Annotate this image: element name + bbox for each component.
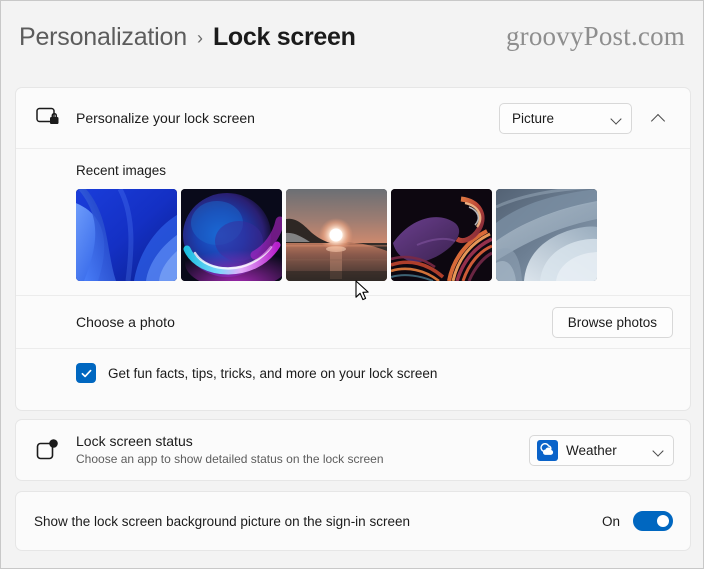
- recent-images-list: [76, 189, 673, 281]
- watermark-groovypost: groovyPost.com: [505, 21, 685, 51]
- chevron-up-icon: [652, 111, 666, 125]
- lock-screen-type-dropdown[interactable]: Picture: [499, 102, 632, 134]
- thumbnail-windows-bloom-blue[interactable]: [76, 189, 177, 281]
- lock-screen-status-text: Lock screen status Choose an app to show…: [76, 433, 529, 467]
- fun-facts-row: Get fun facts, tips, tricks, and more on…: [16, 349, 690, 397]
- thumbnail-blue-gray-fabric[interactable]: [496, 189, 597, 281]
- choose-photo-label: Choose a photo: [76, 313, 175, 330]
- toggle-knob: [657, 515, 669, 527]
- lock-screen-type-value: Picture: [512, 110, 555, 126]
- fun-facts-checkbox[interactable]: [76, 363, 96, 383]
- thumbnail-dark-orb-purple[interactable]: [181, 189, 282, 281]
- personalize-lock-screen-card: Personalize your lock screen Picture Rec…: [15, 87, 691, 411]
- personalize-row-text: Personalize your lock screen: [76, 110, 499, 127]
- lock-screen-status-card: Lock screen status Choose an app to show…: [15, 419, 691, 481]
- lock-screen-status-row: Lock screen status Choose an app to show…: [16, 420, 690, 480]
- lock-screen-status-icon: [33, 435, 63, 465]
- lock-screen-status-title: Lock screen status: [76, 433, 193, 449]
- personalize-row: Personalize your lock screen Picture: [16, 88, 690, 148]
- breadcrumb: Personalization › Lock screen: [19, 23, 356, 52]
- lock-screen-status-app-value: Weather: [566, 442, 617, 458]
- lock-screen-status-app-dropdown[interactable]: Weather: [529, 434, 674, 466]
- thumbnail-purple-orange-ribbons[interactable]: [391, 189, 492, 281]
- recent-images-section: Recent images: [16, 149, 690, 295]
- page-header: Personalization › Lock screen groovyPost…: [1, 1, 704, 86]
- breadcrumb-separator-icon: ›: [196, 28, 203, 48]
- browse-photos-button[interactable]: Browse photos: [551, 306, 673, 338]
- chevron-down-icon: [653, 445, 664, 456]
- signin-background-card: Show the lock screen background picture …: [15, 491, 691, 551]
- weather-icon: [537, 439, 558, 461]
- fun-facts-label: Get fun facts, tips, tricks, and more on…: [108, 365, 438, 381]
- page-title: Lock screen: [212, 23, 356, 51]
- signin-background-label: Show the lock screen background picture …: [34, 513, 410, 529]
- lock-screen-icon: [33, 103, 63, 133]
- lock-screen-status-subtitle: Choose an app to show detailed status on…: [76, 452, 384, 466]
- signin-background-row: Show the lock screen background picture …: [16, 492, 690, 550]
- thumbnail-sunset-lake[interactable]: [286, 189, 387, 281]
- chevron-down-icon: [611, 113, 622, 124]
- collapse-section-button[interactable]: [644, 103, 674, 133]
- breadcrumb-parent-personalization[interactable]: Personalization: [19, 23, 187, 52]
- check-icon: [81, 369, 91, 377]
- signin-background-toggle[interactable]: [633, 511, 673, 531]
- choose-photo-row: Choose a photo Browse photos: [16, 296, 690, 348]
- personalize-row-title: Personalize your lock screen: [76, 109, 255, 126]
- status-app-value-group: Weather: [537, 439, 617, 461]
- recent-images-label: Recent images: [76, 163, 167, 178]
- signin-toggle-state-label: On: [601, 513, 620, 529]
- settings-window: Personalization › Lock screen groovyPost…: [0, 0, 704, 569]
- signin-toggle-group: On: [602, 511, 673, 531]
